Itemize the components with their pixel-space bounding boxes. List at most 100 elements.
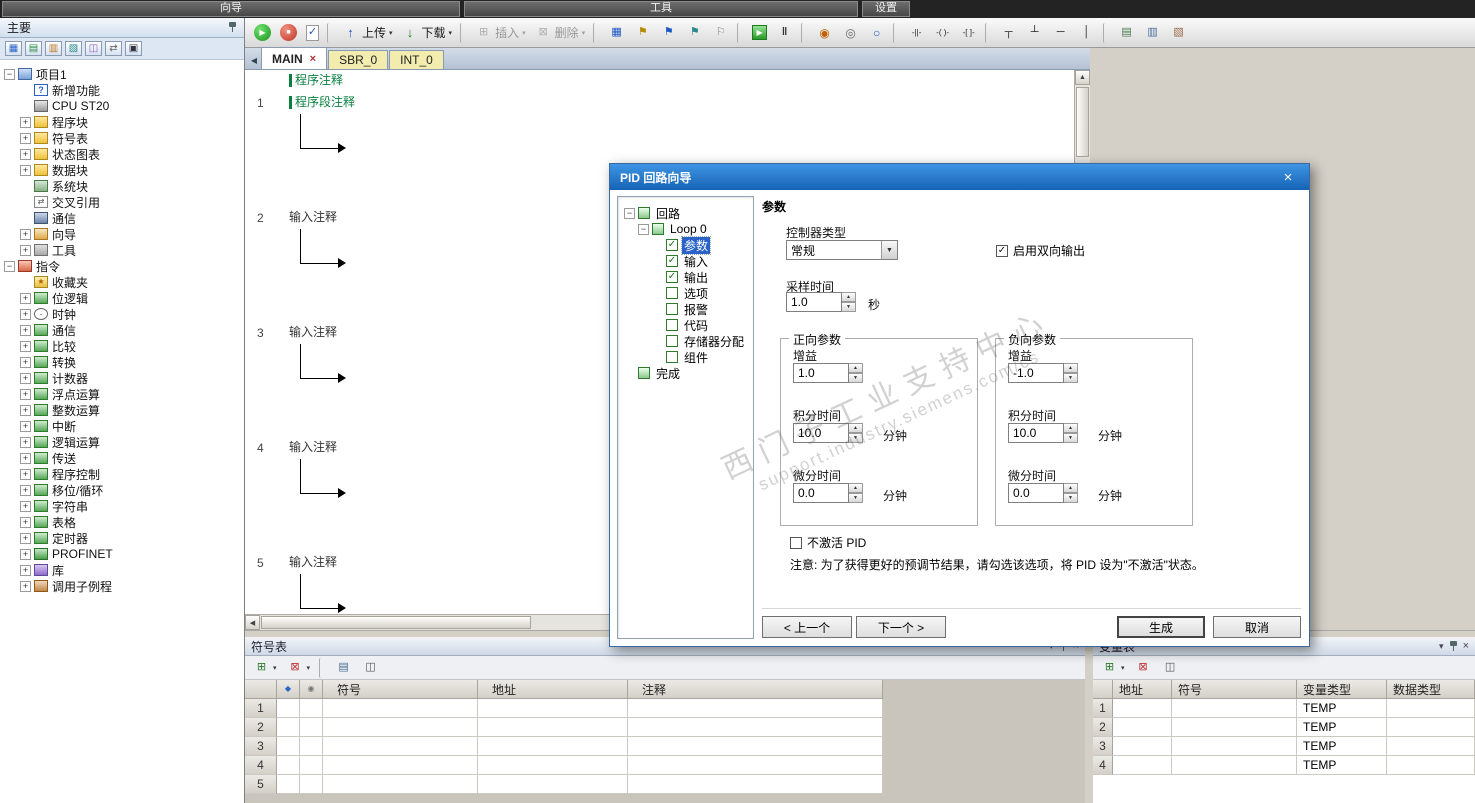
wizard-tree-item[interactable]: 输出 [618, 269, 753, 285]
insert-branch-down-button[interactable]: ▾ [996, 21, 1021, 45]
close-tab-icon[interactable]: × [310, 53, 316, 65]
toggle-comments-button[interactable]: ▾ [1140, 21, 1165, 45]
symbol-type-cell[interactable] [277, 699, 300, 718]
pin-icon[interactable] [1449, 640, 1458, 652]
wizard-tree-item[interactable]: 报警 [618, 301, 753, 317]
project-tree-item[interactable]: 状态图表 [0, 146, 244, 162]
expander-icon[interactable] [20, 324, 31, 336]
project-tree-item[interactable]: 通信 [0, 210, 244, 226]
address-cell[interactable] [478, 699, 628, 718]
network-comment[interactable]: 输入注释 [289, 211, 337, 224]
project-tree-item[interactable]: 传送 [0, 450, 244, 466]
wizard-tree-item[interactable]: 组件 [618, 349, 753, 365]
project-tree-item[interactable]: 指令 [0, 258, 244, 274]
expander-icon[interactable] [20, 580, 31, 592]
expander-icon[interactable] [20, 132, 31, 144]
stop-button[interactable]: ▾ [276, 21, 301, 45]
spinner[interactable]: ▲ ▼ [849, 483, 863, 503]
symbol-status-cell[interactable] [300, 699, 323, 718]
delete-row-button[interactable]: ▾ [283, 658, 315, 678]
step-checkbox-icon[interactable] [666, 271, 678, 283]
project-tree-item[interactable]: 定时器 [0, 530, 244, 546]
row-number[interactable]: 1 [1093, 699, 1113, 718]
symbol-type-cell[interactable] [277, 756, 300, 775]
step-checkbox-icon[interactable] [666, 335, 678, 347]
expander-icon[interactable] [20, 516, 31, 528]
data-type-cell[interactable] [1387, 699, 1475, 718]
filter-button[interactable]: ▾ [358, 658, 383, 678]
var-type-cell[interactable]: TEMP [1297, 737, 1387, 756]
symbol-status-cell[interactable] [300, 718, 323, 737]
toggle-addressing-button[interactable]: ▾ [604, 21, 629, 45]
expander-icon[interactable] [20, 340, 31, 352]
controller-type-select[interactable]: 常规 ▼ [786, 240, 898, 260]
symbol-status-cell[interactable] [300, 775, 323, 794]
comment-cell[interactable] [628, 699, 883, 718]
nav-status-chart-icon[interactable] [45, 41, 62, 56]
tab-int0[interactable]: INT_0 [389, 50, 444, 69]
forward-integral-field[interactable] [793, 423, 849, 443]
expander-icon[interactable] [20, 356, 31, 368]
project-tree-item[interactable]: 字符串 [0, 498, 244, 514]
insert-contact-button[interactable]: ▾ [904, 21, 929, 45]
row-number[interactable]: 5 [245, 775, 277, 794]
scrollbar-thumb[interactable] [261, 616, 531, 629]
wizard-tree-item[interactable]: Loop 0 [618, 221, 753, 237]
address-cell[interactable] [1113, 756, 1172, 775]
address-column-header[interactable]: 地址 [478, 680, 628, 699]
project-tree-item[interactable]: 整数运算 [0, 402, 244, 418]
symbol-column-header[interactable]: 符号 [1172, 680, 1297, 699]
nav-system-block-icon[interactable] [85, 41, 102, 56]
address-cell[interactable] [478, 718, 628, 737]
wizard-tree-item[interactable]: 参数 [618, 235, 753, 255]
reverse-derivative-field[interactable] [1008, 483, 1064, 503]
tab-sbr0[interactable]: SBR_0 [328, 50, 389, 69]
delete-button[interactable]: 删除 ▾ [531, 21, 590, 45]
expander-icon[interactable] [20, 372, 31, 384]
table-row[interactable]: 3 [245, 737, 1085, 756]
expander-icon[interactable] [20, 564, 31, 576]
project-tree-item[interactable]: 符号表 [0, 130, 244, 146]
data-type-cell[interactable] [1387, 737, 1475, 756]
pin-icon[interactable] [228, 22, 237, 33]
expander-icon[interactable] [20, 388, 31, 400]
next-button[interactable]: 下一个 > [856, 616, 946, 638]
symbol-status-column-header[interactable]: ◉ [300, 680, 323, 699]
expander-icon[interactable] [20, 532, 31, 544]
nav-symbol-table-icon[interactable] [25, 41, 42, 56]
row-number-header[interactable] [1093, 680, 1113, 699]
scroll-tabs-left-button[interactable]: ◀ [247, 51, 261, 69]
step-checkbox-icon[interactable] [666, 351, 678, 363]
symbol-type-cell[interactable] [277, 775, 300, 794]
row-number[interactable]: 1 [245, 699, 277, 718]
address-cell[interactable] [1113, 699, 1172, 718]
table-row[interactable]: 2 [245, 718, 1085, 737]
symbol-cell[interactable] [323, 737, 478, 756]
spinner[interactable]: ▲ ▼ [1064, 483, 1078, 503]
expander-icon[interactable] [20, 292, 31, 304]
table-row[interactable]: 1 TEMP [1093, 699, 1475, 718]
forward-derivative-input[interactable]: ▲▼ [793, 483, 863, 503]
expander-icon[interactable] [20, 436, 31, 448]
expander-icon[interactable] [4, 68, 15, 80]
row-number[interactable]: 3 [245, 737, 277, 756]
expander-icon[interactable] [20, 228, 31, 240]
row-number[interactable]: 2 [1093, 718, 1113, 737]
tab-main[interactable]: MAIN × [261, 47, 328, 69]
download-button[interactable]: 下载 ▾ [398, 21, 457, 45]
comment-cell[interactable] [628, 775, 883, 794]
expander-icon[interactable] [20, 404, 31, 416]
step-checkbox-icon[interactable] [666, 319, 678, 331]
vertical-splitter[interactable] [1085, 637, 1093, 803]
expander-icon[interactable] [20, 308, 31, 320]
network-number[interactable]: 3 [257, 326, 264, 340]
read-forced-button[interactable]: ▾ [864, 21, 889, 45]
insert-button[interactable]: 插入 ▾ [471, 21, 530, 45]
network-comment[interactable]: 输入注释 [289, 441, 337, 454]
comment-cell[interactable] [628, 718, 883, 737]
dialog-title-bar[interactable]: PID 回路向导 × [610, 164, 1309, 190]
project-tree-item[interactable]: 程序块 [0, 114, 244, 130]
symbol-type-cell[interactable] [277, 737, 300, 756]
symbol-column-header[interactable]: 符号 [323, 680, 478, 699]
floating-toolbar-title[interactable]: 设置 [862, 1, 910, 17]
